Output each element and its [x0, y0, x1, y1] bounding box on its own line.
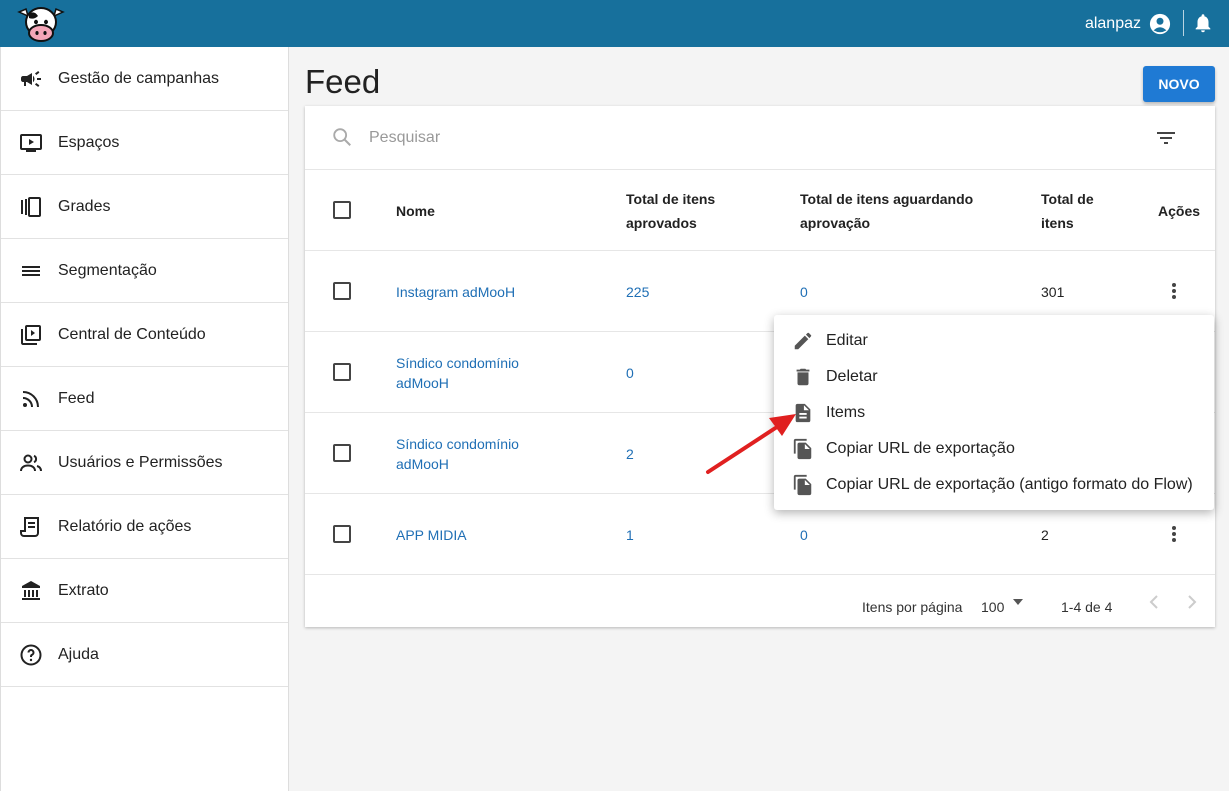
feed-name-link[interactable]: Síndico condomínio adMooH — [396, 332, 546, 413]
video-library-icon — [21, 324, 41, 345]
people-icon — [20, 454, 42, 471]
sidebar-item-label: Gestão de campanhas — [58, 69, 219, 87]
more-vert-icon[interactable] — [1166, 281, 1182, 301]
sidebar-item-statement[interactable]: Extrato — [1, 559, 288, 623]
header-approved-line1: Total de itens — [626, 190, 716, 207]
cow-logo-icon[interactable] — [16, 4, 66, 44]
search-icon — [333, 128, 351, 146]
header-pending-line2: aprovação — [800, 214, 871, 231]
filter-icon[interactable] — [1154, 126, 1178, 150]
row-checkbox[interactable] — [333, 525, 351, 543]
scroll-icon — [20, 516, 39, 537]
approved-count-link[interactable]: 1 — [626, 494, 634, 575]
bank-icon — [22, 580, 40, 600]
rss-icon — [22, 390, 39, 407]
menu-item-edit[interactable]: Editar — [774, 323, 1214, 359]
sidebar-item-feed[interactable]: Feed — [1, 367, 288, 431]
sidebar-item-grades[interactable]: Grades — [1, 175, 288, 239]
sidebar-item-label: Extrato — [58, 581, 109, 599]
sidebar: Gestão de campanhas Espaços Grades Segme… — [0, 47, 289, 791]
search-input[interactable] — [369, 124, 969, 152]
approved-count-link[interactable]: 225 — [626, 251, 649, 332]
menu-item-items[interactable]: Items — [774, 395, 1214, 431]
bell-icon[interactable] — [1192, 12, 1214, 34]
lines-icon — [22, 265, 40, 276]
page-range: 1-4 de 4 — [1061, 599, 1113, 615]
menu-item-label: Items — [826, 404, 866, 421]
header-pending[interactable]: Total de itens aguardando aprovação — [800, 170, 973, 251]
menu-item-label: Deletar — [826, 368, 878, 385]
menu-item-label: Editar — [826, 332, 868, 349]
sidebar-item-label: Espaços — [58, 133, 120, 151]
caret-down-icon[interactable] — [1011, 595, 1025, 609]
pencil-icon — [794, 332, 812, 350]
sidebar-item-label: Ajuda — [58, 645, 99, 663]
carousel-icon — [21, 196, 41, 217]
username: alanpaz — [1084, 14, 1141, 32]
sidebar-item-label: Usuários e Permissões — [58, 453, 223, 471]
document-icon — [795, 403, 811, 423]
menu-item-copy-export-url[interactable]: Copiar URL de exportação — [774, 431, 1214, 467]
feed-name-link[interactable]: Instagram adMooH — [396, 251, 596, 332]
megaphone-icon — [21, 70, 41, 87]
select-all-checkbox[interactable] — [333, 201, 351, 219]
header-total-line1: Total de — [1041, 190, 1094, 207]
pagination: Itens por página 100 1-4 de 4 — [305, 576, 1215, 627]
sidebar-item-report[interactable]: Relatório de ações — [1, 495, 288, 559]
row-checkbox[interactable] — [333, 444, 351, 462]
help-icon — [20, 644, 42, 665]
copy-icon — [793, 474, 812, 496]
new-button[interactable]: NOVO — [1143, 66, 1215, 102]
menu-item-label: Copiar URL de exportação (antigo formato… — [826, 476, 1193, 493]
approved-count-link[interactable]: 2 — [626, 413, 634, 494]
sidebar-item-label: Feed — [58, 389, 95, 407]
row-checkbox[interactable] — [333, 282, 351, 300]
menu-item-label: Copiar URL de exportação — [826, 440, 1015, 457]
account-circle-icon — [1149, 13, 1171, 34]
header-name[interactable]: Nome — [396, 170, 435, 251]
copy-icon — [793, 438, 812, 460]
sidebar-item-content-center[interactable]: Central de Conteúdo — [1, 303, 288, 367]
menu-item-copy-export-url-legacy[interactable]: Copiar URL de exportação (antigo formato… — [774, 467, 1214, 503]
rows-per-page-label: Itens por página — [862, 599, 963, 615]
sidebar-item-label: Grades — [58, 197, 111, 215]
header-pending-line1: Total de itens aguardando — [800, 190, 974, 207]
header-approved-line2: aprovados — [626, 214, 697, 231]
sidebar-item-label: Central de Conteúdo — [58, 325, 206, 343]
header-total[interactable]: Total de itens — [1041, 170, 1094, 251]
table-header: Nome Total de itens aprovados Total de it… — [305, 170, 1215, 251]
sidebar-item-campaigns[interactable]: Gestão de campanhas — [1, 47, 288, 111]
search-bar — [305, 106, 1215, 170]
feed-name-link[interactable]: APP MIDIA — [396, 494, 596, 575]
row-checkbox[interactable] — [333, 363, 351, 381]
screen-play-icon — [20, 133, 42, 152]
chevron-left-icon[interactable] — [1145, 592, 1165, 612]
sidebar-item-users[interactable]: Usuários e Permissões — [1, 431, 288, 495]
rows-per-page-select[interactable]: 100 — [981, 599, 1004, 615]
approved-count-link[interactable]: 0 — [626, 332, 634, 413]
user-menu[interactable]: alanpaz — [1085, 0, 1171, 47]
feed-name-link[interactable]: Síndico condomínio adMooH — [396, 413, 546, 494]
sidebar-item-label: Segmentação — [58, 261, 157, 279]
header-actions: Ações — [1158, 202, 1201, 219]
sidebar-item-spaces[interactable]: Espaços — [1, 111, 288, 175]
header-total-line2: itens — [1041, 214, 1074, 231]
page-title: Feed — [305, 63, 381, 100]
sidebar-item-segmentation[interactable]: Segmentação — [1, 239, 288, 303]
top-bar: alanpaz — [0, 0, 1229, 47]
menu-item-delete[interactable]: Deletar — [774, 359, 1214, 395]
more-vert-icon[interactable] — [1166, 524, 1182, 544]
sidebar-item-label: Relatório de ações — [58, 517, 192, 535]
row-actions-menu: Editar Deletar Items Copiar URL de expor… — [774, 315, 1214, 510]
header-approved[interactable]: Total de itens aprovados — [626, 170, 715, 251]
sidebar-item-help[interactable]: Ajuda — [1, 623, 288, 687]
header-divider — [1183, 10, 1184, 36]
chevron-right-icon[interactable] — [1181, 592, 1201, 612]
trash-icon — [796, 368, 810, 386]
